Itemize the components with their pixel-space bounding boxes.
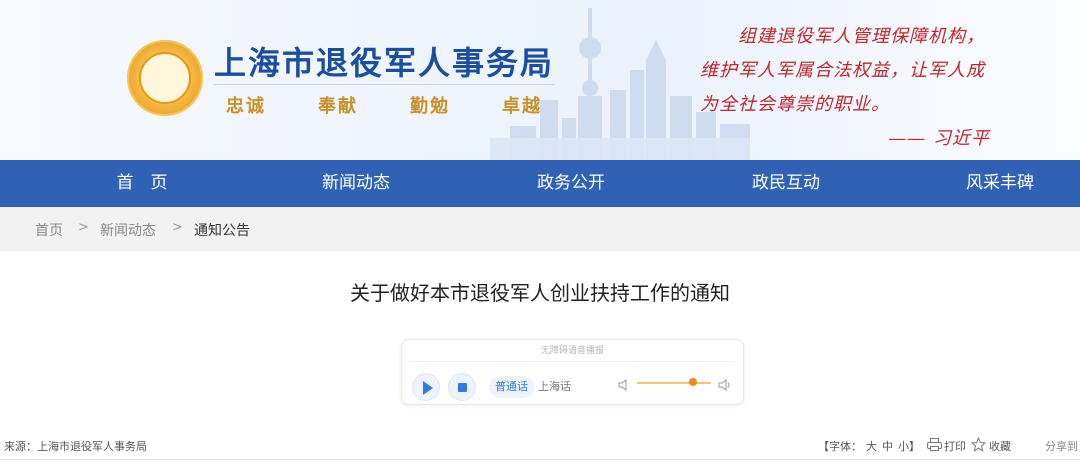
volume-low-icon[interactable] (617, 378, 631, 392)
accessibility-audio-player: 无障碍语音播报 普通话 上海话 (401, 339, 744, 405)
article-title: 关于做好本市退役军人创业扶持工作的通知 (350, 281, 730, 305)
bureau-emblem-icon (127, 40, 203, 116)
print-icon[interactable] (927, 438, 942, 451)
play-button[interactable] (412, 373, 440, 401)
breadcrumb-separator: > (78, 220, 89, 235)
motto-word: 勤勉 (410, 96, 450, 117)
motto-word: 卓越 (502, 96, 542, 117)
language-shanghainese[interactable]: 上海话 (532, 376, 577, 398)
quote-line: 维护军人军属合法权益，让军人成 (700, 60, 985, 81)
breadcrumb-separator: > (172, 220, 183, 235)
nav-item-home[interactable]: 首 页 (92, 160, 192, 207)
nav-item-government-affairs[interactable]: 政务公开 (521, 160, 621, 207)
header-banner: 上海市退役军人事务局 忠诚 奉献 勤勉 卓越 组建退役军人管理保障机构， 维护军… (0, 0, 1080, 160)
font-size-label: 【字体： (818, 440, 862, 453)
motto-word: 奉献 (318, 96, 358, 117)
motto-word: 忠诚 (226, 96, 266, 117)
volume-slider-handle[interactable] (688, 378, 697, 386)
star-icon[interactable] (971, 437, 986, 452)
stop-icon (458, 383, 467, 392)
title-divider (214, 84, 554, 85)
breadcrumb-current: 通知公告 (194, 223, 250, 239)
article-source: 来源：上海市退役军人事务局 (4, 440, 147, 453)
language-mandarin[interactable]: 普通话 (489, 376, 534, 398)
breadcrumb-news[interactable]: 新闻动态 (100, 220, 156, 240)
quote-line: 组建退役军人管理保障机构， (738, 26, 985, 47)
font-size-small[interactable]: 小】 (898, 438, 920, 454)
site-title: 上海市退役军人事务局 (214, 44, 555, 82)
volume-slider[interactable] (637, 382, 711, 384)
print-link[interactable]: 打印 (944, 438, 966, 454)
player-header: 无障碍语音播报 (540, 346, 604, 356)
divider (0, 459, 1080, 460)
quote-signature: —— 习近平 (888, 128, 990, 149)
share-label[interactable]: 分享到 (1045, 438, 1078, 454)
nav-item-heroes[interactable]: 风采丰碑 (950, 160, 1050, 207)
favorite-link[interactable]: 收藏 (989, 438, 1011, 454)
stop-button[interactable] (448, 373, 476, 401)
main-nav: 首 页 新闻动态 政务公开 政民互动 风采丰碑 (0, 160, 1080, 207)
play-icon (423, 381, 433, 395)
breadcrumb: 首页 > 新闻动态 > 通知公告 (0, 207, 1080, 251)
nav-item-interaction[interactable]: 政民互动 (736, 160, 836, 207)
volume-high-icon[interactable] (718, 378, 732, 392)
quote-line: 为全社会尊崇的职业。 (700, 94, 890, 115)
player-divider (410, 361, 735, 362)
font-size-medium[interactable]: 中 (882, 438, 893, 454)
font-size-large[interactable]: 大 (866, 438, 877, 454)
breadcrumb-home[interactable]: 首页 (35, 220, 63, 240)
nav-item-news[interactable]: 新闻动态 (306, 160, 406, 207)
leader-quote: 组建退役军人管理保障机构， 维护军人军属合法权益，让军人成 为全社会尊崇的职业。… (700, 20, 1030, 156)
